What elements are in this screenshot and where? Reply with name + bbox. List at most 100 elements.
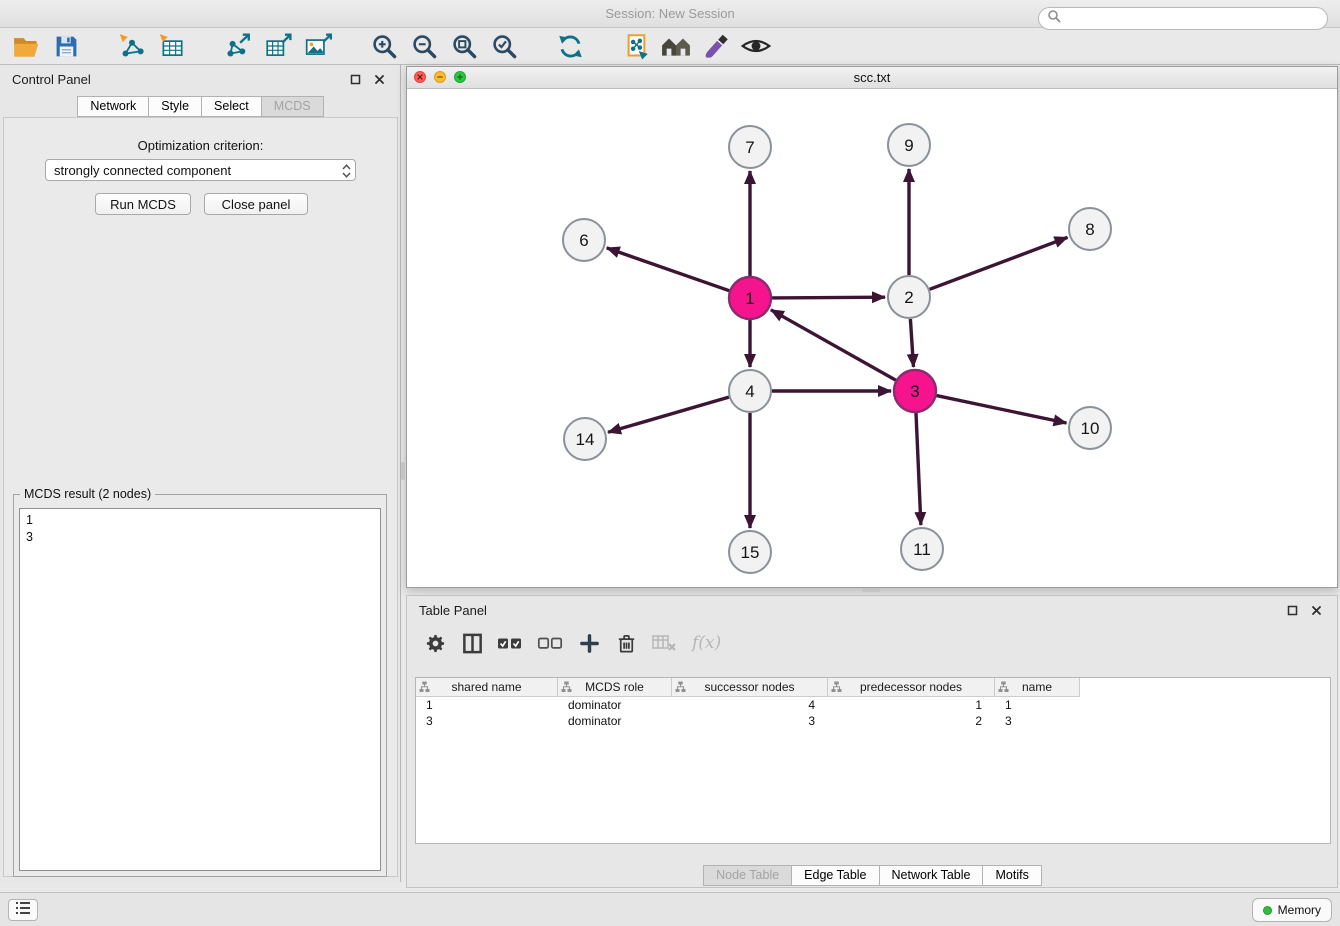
network-view-window: scc.txt 7 9 6 8 1 2 4 3 14 10 15 11 (406, 66, 1338, 588)
apply-style-icon[interactable] (700, 30, 732, 62)
column-header-name[interactable]: name (995, 678, 1080, 697)
svg-text:15: 15 (741, 543, 760, 562)
edge-1-2[interactable] (772, 297, 885, 298)
table-row[interactable]: 3dominator323 (416, 713, 1330, 729)
task-history-button[interactable] (8, 899, 38, 921)
edge-2-3[interactable] (910, 319, 913, 367)
cell-predecessor-nodes: 1 (828, 697, 995, 713)
tab-motifs[interactable]: Motifs (982, 865, 1041, 886)
network-canvas[interactable]: 7 9 6 8 1 2 4 3 14 10 15 11 (407, 89, 1337, 587)
mcds-result-group: MCDS result (2 nodes) 13 (13, 494, 387, 877)
edge-1-6[interactable] (607, 248, 730, 291)
table-row[interactable]: 1dominator411 (416, 697, 1330, 713)
edge-4-14[interactable] (608, 397, 729, 432)
zoom-in-icon[interactable] (368, 30, 400, 62)
export-image-icon[interactable] (302, 30, 334, 62)
graph-node-1[interactable]: 1 (729, 277, 771, 319)
control-panel: Control Panel NetworkStyleSelectMCDS Opt… (0, 65, 401, 882)
cell-name: 3 (995, 713, 1080, 729)
minimize-window-icon[interactable] (434, 71, 446, 83)
export-table-icon[interactable] (262, 30, 294, 62)
zoom-fit-icon[interactable] (448, 30, 480, 62)
tab-edge-table[interactable]: Edge Table (791, 865, 879, 886)
network-window-titlebar[interactable]: scc.txt (407, 67, 1337, 89)
save-session-icon[interactable] (50, 30, 82, 62)
column-label: name (1022, 680, 1052, 694)
table-options-gear-icon[interactable] (423, 630, 447, 656)
tab-network-table[interactable]: Network Table (879, 865, 984, 886)
export-network-icon[interactable] (222, 30, 254, 62)
column-header-shared-name[interactable]: shared name (416, 678, 558, 697)
float-table-panel-icon[interactable] (1283, 601, 1301, 619)
close-table-panel-icon[interactable] (1307, 601, 1325, 619)
graph-node-6[interactable]: 6 (563, 219, 605, 261)
edge-3-10[interactable] (937, 396, 1067, 423)
delete-column-icon[interactable] (614, 630, 638, 656)
zoom-selected-icon[interactable] (488, 30, 520, 62)
close-panel-icon[interactable] (370, 70, 388, 88)
tab-node-table[interactable]: Node Table (703, 865, 792, 886)
float-panel-icon[interactable] (346, 70, 364, 88)
deselect-all-rows-icon[interactable] (537, 630, 564, 656)
criterion-dropdown[interactable]: strongly connected component (45, 159, 356, 181)
column-header-predecessor-nodes[interactable]: predecessor nodes (828, 678, 995, 697)
edge-2-8[interactable] (930, 237, 1068, 289)
node-table: shared name MCDS role successor nodes prede… (415, 677, 1331, 844)
edge-3-11[interactable] (916, 413, 921, 525)
column-tree-icon (831, 681, 842, 696)
svg-text:8: 8 (1085, 220, 1094, 239)
network-window-title: scc.txt (854, 70, 891, 85)
graph-node-4[interactable]: 4 (729, 370, 771, 412)
show-hide-panel-icon[interactable] (740, 30, 772, 62)
column-header-mcds-role[interactable]: MCDS role (558, 678, 672, 697)
select-all-rows-icon[interactable] (497, 630, 524, 656)
search-input[interactable] (1066, 10, 1319, 27)
column-label: predecessor nodes (860, 680, 962, 694)
column-header-successor-nodes[interactable]: successor nodes (672, 678, 828, 697)
tab-mcds[interactable]: MCDS (261, 96, 324, 117)
edge-3-1[interactable] (771, 310, 896, 380)
first-neighbors-icon[interactable] (660, 30, 692, 62)
graph-node-7[interactable]: 7 (729, 126, 771, 168)
search-box[interactable] (1038, 7, 1328, 30)
graph-node-3[interactable]: 3 (894, 370, 936, 412)
memory-button[interactable]: Memory (1252, 898, 1332, 922)
column-label: MCDS role (585, 680, 644, 694)
graph-node-15[interactable]: 15 (729, 531, 771, 573)
function-builder-icon: f(x) (690, 630, 723, 656)
close-window-icon[interactable] (414, 71, 426, 83)
splitter-handle-vertical[interactable] (401, 462, 405, 480)
toolbar-separator (90, 46, 108, 47)
graph-node-14[interactable]: 14 (564, 418, 606, 460)
import-network-icon[interactable] (116, 30, 148, 62)
svg-text:6: 6 (579, 231, 588, 250)
graph-node-9[interactable]: 9 (888, 124, 930, 166)
table-panel-header: Table Panel (407, 596, 1337, 624)
zoom-out-icon[interactable] (408, 30, 440, 62)
graph-node-8[interactable]: 8 (1069, 208, 1111, 250)
dropdown-stepper-icon (342, 164, 351, 181)
svg-text:14: 14 (576, 430, 595, 449)
status-bar: Memory (0, 892, 1340, 926)
graph-node-10[interactable]: 10 (1069, 407, 1111, 449)
open-file-icon[interactable] (10, 30, 42, 62)
svg-text:7: 7 (745, 138, 754, 157)
cell-predecessor-nodes: 2 (828, 713, 995, 729)
tab-style[interactable]: Style (148, 96, 202, 117)
import-table-icon[interactable] (156, 30, 188, 62)
result-line: 1 (26, 512, 374, 529)
graph-node-11[interactable]: 11 (901, 528, 943, 570)
splitter-handle-horizontal[interactable] (862, 588, 880, 592)
tab-network[interactable]: Network (77, 96, 149, 117)
clone-network-icon[interactable] (620, 30, 652, 62)
run-mcds-button[interactable]: Run MCDS (95, 193, 191, 215)
zoom-window-icon[interactable] (454, 71, 466, 83)
traffic-lights (414, 71, 466, 83)
mcds-result-text[interactable]: 13 (19, 508, 381, 871)
refresh-view-icon[interactable] (554, 30, 586, 62)
close-panel-button[interactable]: Close panel (204, 193, 308, 215)
tab-select[interactable]: Select (201, 96, 262, 117)
split-pane-icon[interactable] (460, 630, 484, 656)
add-column-icon[interactable] (577, 630, 601, 656)
graph-node-2[interactable]: 2 (888, 276, 930, 318)
